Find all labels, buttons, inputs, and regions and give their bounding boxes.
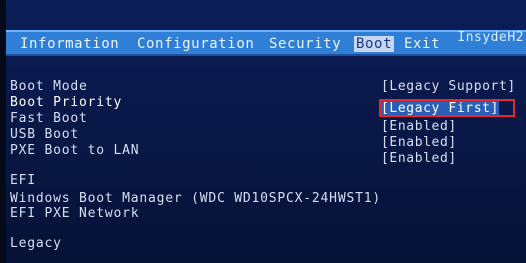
setting-boot-mode-label[interactable]: Boot Mode — [10, 79, 88, 94]
menu-boot[interactable]: Boot — [354, 36, 395, 52]
setting-usb-boot-value[interactable]: [Enabled] — [381, 135, 457, 150]
menu-configuration[interactable]: Configuration — [137, 36, 254, 52]
setting-fast-boot-label[interactable]: Fast Boot — [10, 111, 88, 126]
menu-bar: Information Configuration Security Boot … — [6, 36, 526, 56]
setting-usb-boot-label[interactable]: USB Boot — [10, 127, 79, 142]
setting-fast-boot-value[interactable]: [Enabled] — [381, 119, 457, 134]
legacy-section-header: Legacy — [10, 236, 62, 251]
setting-boot-priority-label[interactable]: Boot Priority — [10, 95, 122, 110]
menu-information[interactable]: Information — [20, 36, 119, 52]
annotation-red-box — [379, 99, 515, 117]
setting-pxe-boot-value[interactable]: [Enabled] — [381, 151, 457, 166]
efi-boot-entry-pxe[interactable]: EFI PXE Network — [10, 206, 139, 221]
setting-boot-mode-value[interactable]: [Legacy Support] — [381, 79, 516, 94]
menu-security[interactable]: Security — [269, 36, 341, 52]
bios-screen: InsydeH2 Information Configuration Secur… — [0, 0, 526, 263]
setting-pxe-boot-label[interactable]: PXE Boot to LAN — [10, 143, 139, 158]
efi-boot-entry-windows[interactable]: Windows Boot Manager (WDC WD10SPCX-24HWS… — [10, 191, 381, 206]
boot-settings-panel: Boot Mode [Legacy Support] Boot Priority… — [6, 56, 526, 263]
efi-section-header: EFI — [10, 173, 36, 188]
menu-exit[interactable]: Exit — [404, 36, 440, 52]
